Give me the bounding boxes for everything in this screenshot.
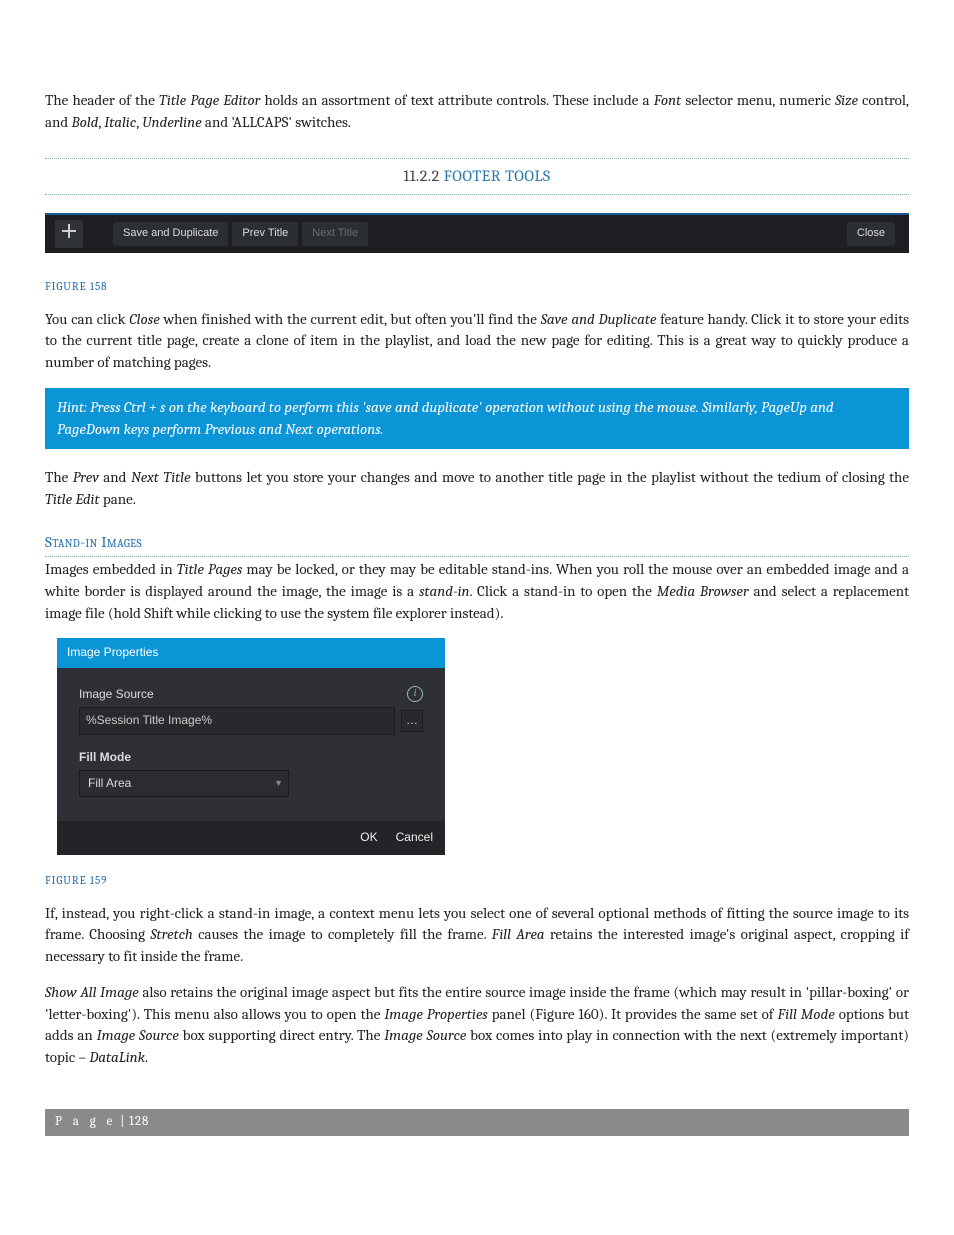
section-title: FOOTER TOOLS (444, 167, 551, 185)
close-button[interactable]: Close (847, 222, 895, 246)
chevron-down-icon: ▼ (274, 777, 283, 790)
browse-button[interactable]: … (401, 710, 423, 732)
cancel-button[interactable]: Cancel (396, 829, 433, 846)
section-header: 11.2.2 FOOTER TOOLS (45, 158, 909, 195)
next-title-button[interactable]: Next Title (302, 222, 368, 246)
page-number: 128 (129, 1114, 149, 1129)
hint-box: Hint: Press Ctrl + s on the keyboard to … (45, 388, 909, 449)
footer-toolbar-figure: Save and Duplicate Prev Title Next Title… (45, 213, 909, 253)
info-icon[interactable]: i (407, 686, 423, 702)
show-all-paragraph: Show All Image also retains the original… (45, 982, 909, 1069)
plus-icon (62, 223, 76, 245)
standin-paragraph: Images embedded in Title Pages may be lo… (45, 559, 909, 624)
standin-images-heading: Stand-in Images (45, 532, 909, 557)
ellipsis-icon: … (406, 712, 418, 729)
prev-next-paragraph: The Prev and Next Title buttons let you … (45, 467, 909, 511)
fill-mode-select[interactable]: Fill Area ▼ (79, 770, 289, 797)
section-number: 11.2.2 (403, 167, 439, 185)
stretch-fill-paragraph: If, instead, you right-click a stand-in … (45, 903, 909, 968)
add-button[interactable] (55, 220, 83, 248)
image-source-input[interactable]: %Session Title Image% (79, 707, 395, 734)
image-properties-dialog: Image Properties Image Source i %Session… (57, 638, 445, 854)
fill-mode-label: Fill Mode (79, 749, 423, 766)
figure-159-caption: FIGURE 159 (45, 873, 909, 889)
image-source-label: Image Source (79, 686, 154, 703)
prev-title-button[interactable]: Prev Title (232, 222, 298, 246)
intro-paragraph: The header of the Title Page Editor hold… (45, 90, 909, 134)
page-footer: P a g e | 128 (45, 1109, 909, 1136)
dialog-title: Image Properties (57, 638, 445, 667)
close-save-paragraph: You can click Close when finished with t… (45, 309, 909, 374)
figure-158-caption: FIGURE 158 (45, 279, 909, 295)
ok-button[interactable]: OK (360, 829, 377, 846)
save-and-duplicate-button[interactable]: Save and Duplicate (113, 222, 228, 246)
